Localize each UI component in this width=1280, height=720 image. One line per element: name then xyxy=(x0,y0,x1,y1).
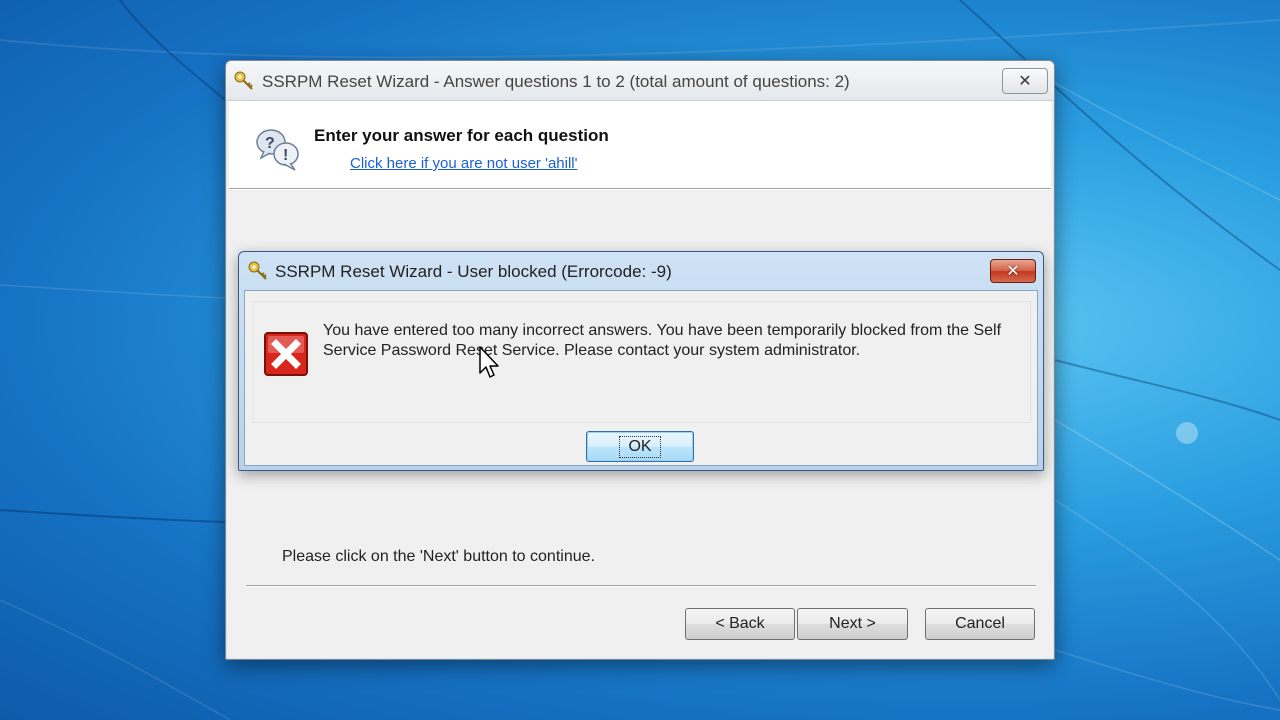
error-dialog-body: You have entered too many incorrect answ… xyxy=(244,290,1038,466)
close-icon: ✕ xyxy=(1018,73,1032,90)
wizard-close-button[interactable]: ✕ xyxy=(1002,68,1048,94)
error-dialog-close-button[interactable]: ✕ xyxy=(990,259,1036,283)
question-bubbles-icon: ? ! xyxy=(256,129,299,171)
error-dialog-titlebar[interactable]: SSRPM Reset Wizard - User blocked (Error… xyxy=(239,252,1043,290)
wizard-title: SSRPM Reset Wizard - Answer questions 1 … xyxy=(262,72,850,91)
error-dialog-title: SSRPM Reset Wizard - User blocked (Error… xyxy=(275,262,672,281)
close-icon: ✕ xyxy=(1006,263,1020,280)
error-dialog: SSRPM Reset Wizard - User blocked (Error… xyxy=(238,251,1044,471)
header-title: Enter your answer for each question xyxy=(314,126,609,145)
error-x-icon xyxy=(264,332,308,376)
mouse-cursor-icon xyxy=(479,346,499,378)
ok-button[interactable]: OK xyxy=(586,431,694,462)
error-message: You have entered too many incorrect answ… xyxy=(323,322,1002,359)
wizard-titlebar[interactable]: SSRPM Reset Wizard - Answer questions 1 … xyxy=(226,61,1054,101)
svg-text:?: ? xyxy=(265,135,275,152)
ok-button-label: OK xyxy=(619,435,661,458)
header-divider xyxy=(229,188,1051,190)
svg-text:!: ! xyxy=(283,147,288,164)
error-message-panel: You have entered too many incorrect answ… xyxy=(253,301,1031,423)
back-button[interactable]: < Back xyxy=(685,608,795,640)
wizard-header-panel: ? ! Enter your answer for each question … xyxy=(229,101,1051,189)
not-user-link[interactable]: Click here if you are not user 'ahill' xyxy=(350,155,578,172)
footer-divider xyxy=(246,585,1036,587)
next-button[interactable]: Next > xyxy=(797,608,908,640)
cancel-button[interactable]: Cancel xyxy=(925,608,1035,640)
keys-icon xyxy=(248,261,267,280)
keys-icon xyxy=(234,71,253,90)
continue-instruction: Please click on the 'Next' button to con… xyxy=(282,548,595,565)
